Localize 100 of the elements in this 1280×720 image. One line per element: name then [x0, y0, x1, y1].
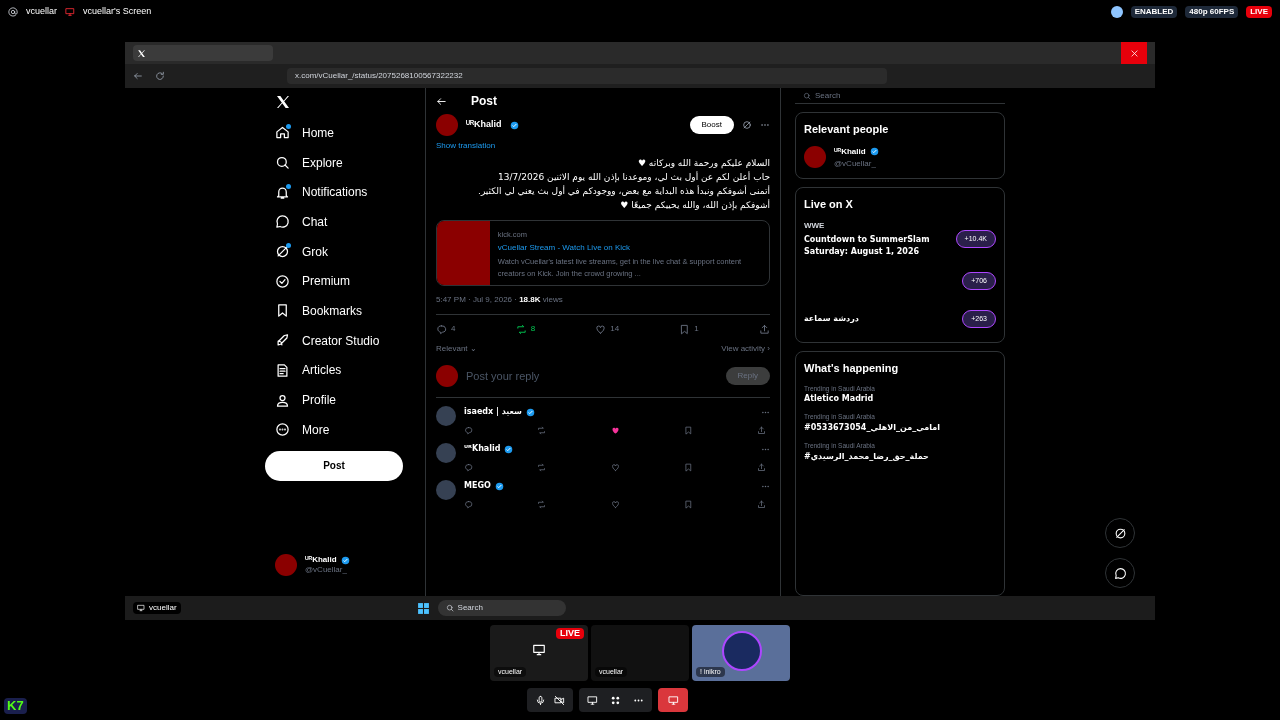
bell-icon: [275, 184, 290, 200]
windows-icon[interactable]: [416, 601, 430, 615]
refresh-icon[interactable]: [155, 71, 165, 81]
person-name: ᵁᴿKhalid: [834, 145, 866, 158]
taskbar-search[interactable]: Search: [457, 602, 548, 614]
reply-input[interactable]: Post your reply: [466, 367, 718, 385]
monitor-icon: [532, 643, 546, 657]
nav-item[interactable]: Creator Studio: [265, 325, 415, 356]
taskbar-search-field[interactable]: Search: [437, 600, 566, 616]
nav-item[interactable]: Premium: [265, 266, 415, 297]
verified-icon: [509, 120, 519, 130]
person-icon: [275, 392, 290, 408]
post-text: السلام عليكم ورحمة الله وبركاته ♥ حاب أعلن لكم عن أول بث لي، وموعدنا بإذن الله يوم الاثنين 13/7/2026 أتمنى أشوفكم ونبدأ هذه البداية مع بعض، ووجودكم في أول بث يعني لي الكثير. أشوفكم بإذن الله، والله يحييكم جميعًا ♥: [477, 157, 770, 212]
bookmark-icon[interactable]: [683, 463, 693, 472]
search-field[interactable]: Search: [815, 89, 965, 102]
grok-icon[interactable]: [742, 120, 752, 130]
status-badge: ENABLED: [1130, 6, 1178, 18]
avatar-icon: [1110, 6, 1123, 18]
grok-icon: [1113, 526, 1127, 540]
nav-item[interactable]: Articles: [265, 355, 415, 386]
home-icon: [275, 125, 290, 141]
microphone-icon[interactable]: [535, 694, 546, 706]
search-icon: [275, 155, 290, 171]
bookmark-icon: [679, 323, 691, 335]
monitor-icon: [667, 694, 679, 706]
badge-icon: [275, 273, 290, 289]
repost-icon: [515, 323, 527, 335]
reply-author: MEGO: [464, 480, 491, 492]
nav-item[interactable]: Grok: [265, 236, 415, 267]
post-meta: 5:47 PM · Jul 9, 2026 · 18.8K views: [436, 294, 770, 315]
avatar: [804, 145, 826, 168]
bookmark-icon[interactable]: [683, 500, 693, 509]
reply-icon[interactable]: [464, 500, 473, 509]
account-handle: @vCuellar_: [305, 565, 348, 575]
live-host: WWE: [804, 220, 826, 232]
address-bar[interactable]: x.com/vCuellar_/status/2075268100567322232: [287, 68, 887, 84]
screen-share-icon: [65, 7, 75, 17]
live-badge: LIVE: [556, 628, 584, 639]
show-translation-link[interactable]: Show translation: [436, 140, 770, 152]
stream-user: vcuellar: [26, 5, 57, 19]
camera-off-icon[interactable]: [554, 694, 565, 706]
bookmark-icon: [275, 303, 290, 319]
share-icon[interactable]: [757, 426, 766, 435]
like-icon: [595, 323, 607, 335]
like-icon[interactable]: [610, 500, 620, 509]
avatar: [436, 365, 458, 387]
x-logo-icon: [137, 48, 146, 58]
back-arrow-icon[interactable]: [436, 95, 447, 107]
nav-item[interactable]: More: [265, 414, 415, 445]
share-icon[interactable]: [757, 463, 766, 472]
nav-item[interactable]: Notifications: [265, 177, 415, 208]
status-badge: LIVE: [1246, 6, 1272, 18]
chat-icon: [1113, 566, 1127, 580]
repost-icon[interactable]: [537, 463, 547, 472]
trend-topic: Atletico Madrid: [804, 393, 875, 406]
bookmark-button[interactable]: 1: [679, 323, 699, 335]
avatar: [722, 631, 762, 671]
reply-icon[interactable]: [464, 463, 473, 472]
nav-item[interactable]: Bookmarks: [265, 296, 415, 326]
nav-item[interactable]: Explore: [265, 147, 415, 178]
slash-icon: [275, 244, 290, 260]
back-icon[interactable]: [133, 71, 143, 81]
taskbar-user: vcuellar: [133, 602, 181, 614]
card-heading: What's happening: [804, 361, 900, 376]
reply-icon: [436, 323, 447, 335]
more-icon: [275, 422, 290, 438]
like-icon[interactable]: [610, 426, 620, 435]
x-logo-icon[interactable]: [275, 94, 291, 110]
avatar: [436, 114, 458, 136]
verified-icon: [340, 555, 350, 565]
live-title: دردشة سماعة: [804, 313, 860, 325]
like-icon[interactable]: [610, 463, 620, 472]
nav-item[interactable]: Home: [265, 118, 415, 148]
reply-icon[interactable]: [464, 426, 473, 435]
search-icon: [445, 604, 454, 612]
repost-button[interactable]: 8: [515, 323, 536, 335]
share-button[interactable]: [758, 323, 770, 335]
nav-item[interactable]: Profile: [265, 385, 415, 415]
doc-icon: [275, 362, 290, 378]
repost-icon[interactable]: [537, 426, 547, 435]
trend-topic: #امامي_من_الاهلي_0533673054: [804, 422, 941, 434]
avatar: [436, 443, 456, 463]
search-icon: [803, 91, 811, 100]
bookmark-icon[interactable]: [683, 426, 693, 435]
screen-share-icon[interactable]: [587, 694, 598, 706]
activities-icon[interactable]: [610, 694, 621, 706]
stop-sharing-button[interactable]: [658, 688, 688, 712]
like-button[interactable]: 14: [595, 323, 620, 335]
monitor-icon: [137, 604, 145, 612]
close-icon: [1129, 48, 1139, 58]
post-button[interactable]: Post: [265, 450, 403, 481]
avatar: [275, 554, 297, 576]
sort-dropdown[interactable]: Relevant ⌄: [436, 343, 477, 355]
boost-button[interactable]: Boost: [689, 116, 734, 134]
reply-button[interactable]: 4: [436, 323, 456, 335]
view-activity-link[interactable]: View activity ›: [721, 343, 770, 355]
repost-icon[interactable]: [537, 500, 547, 509]
chat-icon: [275, 214, 290, 230]
nav-item[interactable]: Chat: [265, 207, 415, 237]
share-icon[interactable]: [757, 500, 766, 509]
